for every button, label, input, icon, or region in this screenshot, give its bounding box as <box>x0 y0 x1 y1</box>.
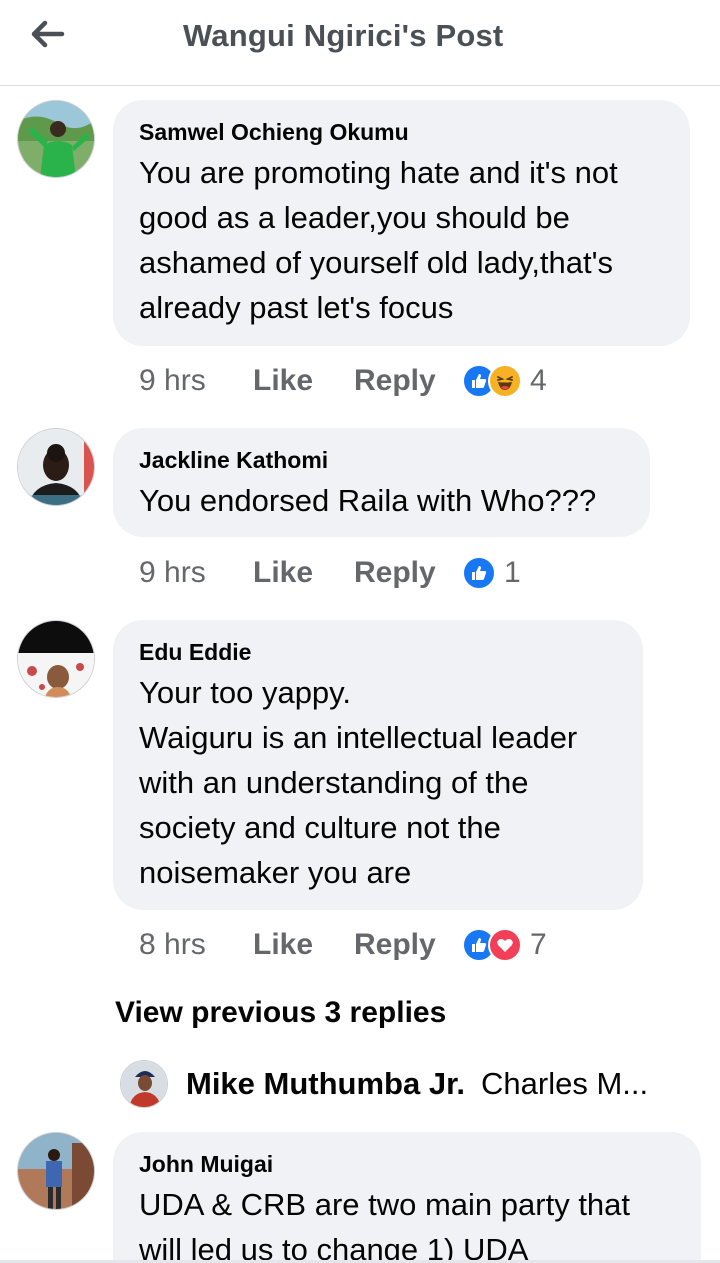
comment-actions: 9 hrs Like Reply 1 <box>139 553 521 593</box>
like-button[interactable]: Like <box>253 556 354 590</box>
like-icon <box>462 556 496 590</box>
like-button[interactable]: Like <box>253 364 354 398</box>
back-arrow-icon <box>31 20 65 48</box>
post-comments-screen: Wangui Ngirici's Post Samwel Ochieng Oku… <box>0 0 720 1263</box>
comment-bubble[interactable]: Jackline Kathomi You endorsed Raila with… <box>113 428 650 537</box>
comment-bubble[interactable]: John Muigai UDA & CRB are two main party… <box>113 1132 701 1263</box>
comment-actions: 8 hrs Like Reply 7 <box>139 925 547 965</box>
reply-button[interactable]: Reply <box>354 556 462 590</box>
comment-time: 9 hrs <box>139 364 206 397</box>
reply-button[interactable]: Reply <box>354 364 462 398</box>
comment-author[interactable]: John Muigai <box>139 1150 675 1178</box>
avatar[interactable] <box>120 1060 168 1108</box>
reply-preview[interactable]: Mike Muthumba Jr. Charles M... <box>120 1060 648 1108</box>
reaction-count: 1 <box>504 556 521 589</box>
reply-button[interactable]: Reply <box>354 928 462 962</box>
avatar[interactable] <box>17 428 95 506</box>
comment-bubble[interactable]: Edu Eddie Your too yappy. Waiguru is an … <box>113 620 643 910</box>
comment-time: 9 hrs <box>139 556 206 589</box>
comment-text: UDA & CRB are two main party that will l… <box>139 1187 631 1263</box>
reply-author[interactable]: Mike Muthumba Jr. <box>186 1066 465 1102</box>
reaction-count: 7 <box>530 928 547 961</box>
avatar[interactable] <box>17 620 95 698</box>
comment-time: 8 hrs <box>139 928 206 961</box>
reaction-count: 4 <box>530 364 547 397</box>
reaction-summary[interactable]: 7 <box>462 928 547 962</box>
comment-author[interactable]: Samwel Ochieng Okumu <box>139 118 664 146</box>
back-button[interactable] <box>22 14 72 54</box>
comment-author[interactable]: Jackline Kathomi <box>139 446 624 474</box>
comment-text: You endorsed Raila with Who??? <box>139 483 597 518</box>
comment-author[interactable]: Edu Eddie <box>139 638 617 666</box>
avatar[interactable] <box>17 1132 95 1210</box>
reaction-summary[interactable]: 1 <box>462 556 521 590</box>
avatar[interactable] <box>17 100 95 178</box>
comment-text: You are promoting hate and it's not good… <box>139 155 618 325</box>
like-button[interactable]: Like <box>253 928 354 962</box>
comment-text: Your too yappy. Waiguru is an intellectu… <box>139 675 578 890</box>
page-title: Wangui Ngirici's Post <box>183 18 504 53</box>
comment-actions: 9 hrs Like Reply 4 <box>139 361 547 401</box>
view-previous-replies-link[interactable]: View previous 3 replies <box>115 996 446 1030</box>
love-icon <box>488 928 522 962</box>
top-bar: Wangui Ngirici's Post <box>0 0 720 86</box>
comment-bubble[interactable]: Samwel Ochieng Okumu You are promoting h… <box>113 100 690 346</box>
reaction-summary[interactable]: 4 <box>462 364 547 398</box>
haha-icon <box>488 364 522 398</box>
reply-text: Charles M... <box>481 1066 649 1101</box>
